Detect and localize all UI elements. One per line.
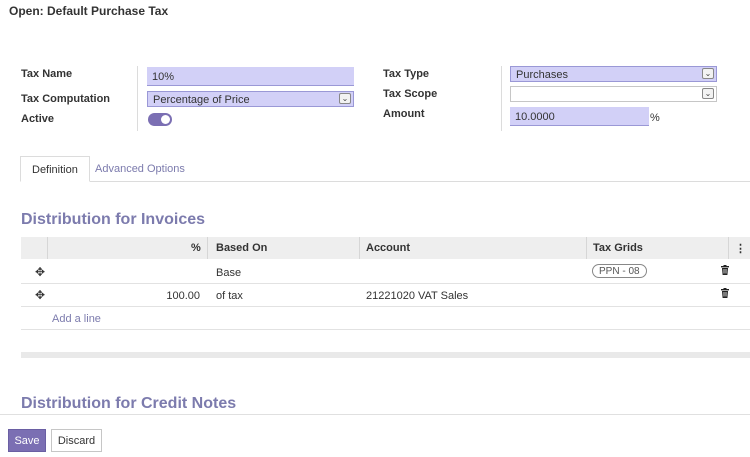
- trash-icon[interactable]: [721, 288, 729, 298]
- tax-grid-tag[interactable]: PPN - 08: [592, 264, 647, 278]
- row-based-on: of tax: [216, 290, 243, 302]
- tab-advanced-options[interactable]: Advanced Options: [84, 156, 196, 182]
- table-row[interactable]: ✥ Base PPN - 08: [21, 262, 750, 284]
- tax-name-input[interactable]: 10%: [147, 67, 354, 86]
- invoices-table-header: % Based On Account Tax Grids ⋮: [21, 237, 750, 259]
- column-separator: [586, 237, 587, 259]
- column-separator: [207, 237, 208, 259]
- kebab-icon[interactable]: ⋮: [735, 242, 746, 255]
- tax-type-value: Purchases: [516, 69, 568, 81]
- row-percent: 100.00: [166, 290, 200, 302]
- tax-type-select[interactable]: Purchases ⌄: [510, 66, 717, 82]
- tax-computation-value: Percentage of Price: [153, 94, 250, 106]
- tax-type-label: Tax Type: [383, 68, 430, 80]
- chevron-down-icon: ⌄: [702, 88, 714, 99]
- column-separator: [47, 237, 48, 259]
- discard-button[interactable]: Discard: [51, 429, 102, 452]
- chevron-down-icon: ⌄: [339, 93, 351, 104]
- page-title: Open: Default Purchase Tax: [9, 4, 169, 18]
- amount-input[interactable]: 10.0000: [510, 107, 649, 126]
- column-separator: [359, 237, 360, 259]
- tax-name-label: Tax Name: [21, 68, 73, 80]
- tax-scope-label: Tax Scope: [383, 88, 438, 100]
- move-handle-icon[interactable]: ✥: [35, 288, 45, 302]
- field-separator: [137, 66, 138, 131]
- column-header-tax-grids[interactable]: Tax Grids: [593, 242, 643, 254]
- invoices-section-title: Distribution for Invoices: [21, 211, 206, 228]
- save-button[interactable]: Save: [8, 429, 46, 452]
- table-row[interactable]: ✥ 100.00 of tax 21221020 VAT Sales: [21, 285, 750, 307]
- move-handle-icon[interactable]: ✥: [35, 265, 45, 279]
- column-header-based-on[interactable]: Based On: [216, 242, 267, 254]
- tax-scope-select[interactable]: ⌄: [510, 86, 717, 102]
- active-label: Active: [21, 113, 55, 125]
- column-header-percent[interactable]: %: [191, 242, 201, 254]
- row-based-on: Base: [216, 267, 242, 279]
- row-account: 21221020 VAT Sales: [366, 290, 469, 302]
- column-separator: [728, 237, 729, 259]
- form-footer: Save Discard: [0, 414, 750, 457]
- tab-definition[interactable]: Definition: [20, 156, 90, 182]
- active-toggle[interactable]: [148, 113, 172, 126]
- trash-icon[interactable]: [721, 265, 729, 275]
- tax-computation-select[interactable]: Percentage of Price ⌄: [147, 91, 354, 107]
- amount-label: Amount: [383, 108, 425, 120]
- credit-notes-section-title: Distribution for Credit Notes: [21, 395, 237, 412]
- amount-unit: %: [650, 112, 660, 124]
- chevron-down-icon: ⌄: [702, 68, 714, 79]
- field-separator: [501, 66, 502, 131]
- table-footer-bar: [21, 352, 750, 358]
- column-header-account[interactable]: Account: [366, 242, 410, 254]
- add-line-row: Add a line: [21, 308, 750, 330]
- tax-computation-label: Tax Computation: [21, 93, 111, 105]
- add-line-link[interactable]: Add a line: [52, 313, 101, 325]
